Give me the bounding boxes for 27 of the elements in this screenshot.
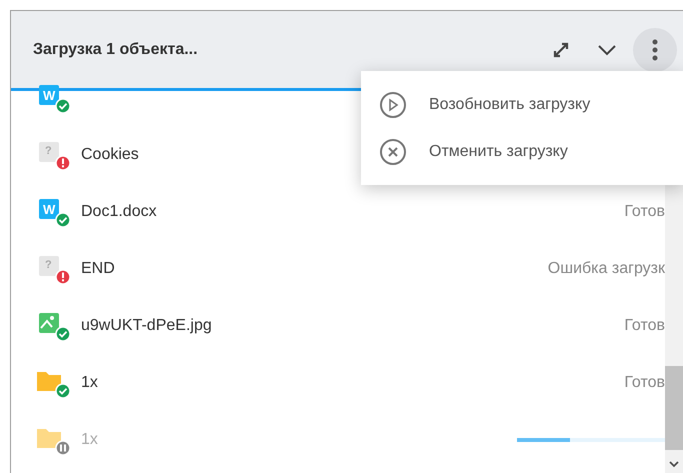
image-file-icon: [39, 313, 59, 333]
scroll-down-icon[interactable]: [669, 461, 679, 468]
cancel-circle-icon: [379, 138, 407, 166]
menu-item[interactable]: Возобновить загрузку: [361, 81, 683, 128]
word-document-icon: W: [39, 199, 59, 219]
play-circle-icon: [379, 90, 407, 118]
file-name: Cookies: [81, 144, 139, 164]
upload-status: Ошибка загрузк: [548, 258, 665, 278]
file-name: Doc1.docx: [81, 202, 157, 222]
folder-icon: [37, 372, 61, 391]
more-vertical-icon: [652, 38, 658, 60]
file-name: END: [81, 258, 115, 278]
file-name: u9wUKT-dPeE.jpg: [81, 316, 212, 336]
upload-status: Готов: [624, 372, 665, 392]
menu-item[interactable]: Отменить загрузку: [361, 128, 683, 175]
more-button[interactable]: [633, 28, 677, 72]
unknown-file-icon: ?: [39, 256, 59, 276]
chevron-down-icon: [597, 44, 617, 56]
file-name: 1x: [81, 430, 98, 450]
upload-status: Готов: [624, 202, 665, 222]
unknown-file-icon: ?: [39, 142, 59, 162]
word-document-icon: W: [39, 85, 59, 105]
panel-title: Загрузка 1 объекта...: [33, 40, 199, 60]
file-name: 1x: [81, 372, 98, 392]
upload-status: Готов: [624, 316, 665, 336]
scrollbar-thumb[interactable]: [665, 366, 683, 450]
folder-icon: [37, 429, 61, 448]
